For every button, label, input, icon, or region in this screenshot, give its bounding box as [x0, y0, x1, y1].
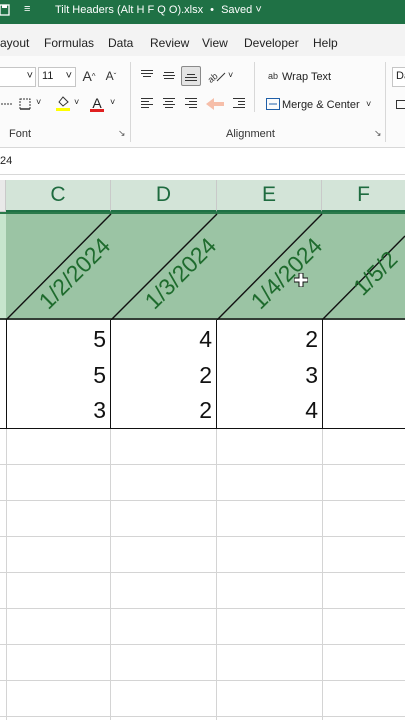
empty-grid[interactable] — [0, 429, 405, 720]
grow-font-button[interactable]: A ^ — [80, 67, 98, 85]
tab-view[interactable]: View — [202, 36, 228, 50]
cell-border — [110, 320, 111, 428]
fill-color-icon[interactable] — [54, 94, 72, 112]
orientation-icon[interactable]: ab — [208, 67, 226, 85]
font-color-swatch — [90, 109, 104, 112]
cell-d-value[interactable]: 4 — [122, 326, 212, 353]
cell-c-value[interactable]: 5 — [16, 362, 106, 389]
formula-bar-text: 24 — [0, 155, 13, 167]
font-color-button[interactable]: A — [88, 94, 106, 112]
increase-indent-icon[interactable] — [230, 95, 248, 113]
title-separator: • — [210, 4, 215, 16]
ribbon-separator — [130, 62, 131, 142]
cell-border — [6, 320, 7, 428]
merge-center-icon[interactable] — [264, 95, 282, 113]
merge-center-chevron-icon[interactable]: ˅ — [366, 99, 371, 109]
svg-text:ab: ab — [208, 71, 220, 84]
merge-center-button[interactable]: Merge & Center — [282, 99, 360, 111]
borders-icon[interactable] — [16, 95, 34, 113]
column-header-e[interactable]: E — [217, 180, 322, 212]
ribbon-separator — [254, 62, 255, 112]
title-bar: ≡ Tilt Headers (Alt H F Q O).xlsx • Save… — [0, 0, 405, 24]
tab-formulas[interactable]: Formulas — [44, 36, 94, 50]
fill-color-chevron-icon[interactable]: ˅ — [74, 97, 79, 107]
wrap-text-button[interactable]: Wrap Text — [282, 71, 331, 83]
cell-d-value[interactable]: 2 — [122, 397, 212, 424]
currency-format-icon[interactable] — [394, 95, 405, 113]
column-header-c[interactable]: C — [6, 180, 111, 212]
borders-chevron-icon[interactable]: ˅ — [36, 97, 41, 107]
cell-e-value[interactable]: 3 — [228, 362, 318, 389]
tab-data[interactable]: Data — [108, 36, 133, 50]
column-header-f[interactable]: F — [322, 180, 405, 212]
align-center-icon[interactable] — [160, 95, 178, 113]
alignment-group-label: Alignment — [226, 128, 275, 140]
bottom-align-icon[interactable] — [181, 66, 201, 86]
font-dialog-launcher-icon[interactable]: ↘ — [118, 128, 126, 139]
wrap-text-icon[interactable]: ab — [264, 67, 282, 85]
number-format-box[interactable]: Dat — [392, 67, 405, 87]
font-size-box[interactable]: 11 ˅ — [38, 67, 76, 87]
font-size-value: 11 — [42, 70, 54, 82]
font-size-chevron-icon: ˅ — [65, 70, 72, 82]
tab-developer[interactable]: Developer — [244, 36, 299, 50]
borders-partial-icon[interactable] — [0, 95, 16, 113]
cell-e-value[interactable]: 4 — [228, 397, 318, 424]
align-right-icon[interactable] — [182, 95, 200, 113]
ribbon-separator — [385, 62, 386, 142]
cell-c-value[interactable]: 3 — [16, 397, 106, 424]
cell-d-value[interactable]: 2 — [122, 362, 212, 389]
middle-align-icon[interactable] — [160, 67, 178, 85]
cell-border — [216, 320, 217, 428]
align-left-icon[interactable] — [138, 95, 156, 113]
status-chevron-icon[interactable]: ˅ — [255, 4, 261, 16]
tab-help[interactable]: Help — [313, 36, 338, 50]
font-group-label: Font — [9, 128, 32, 140]
tab-page-layout[interactable]: ayout — [0, 36, 29, 50]
top-align-icon[interactable] — [138, 67, 156, 85]
tab-review[interactable]: Review — [150, 36, 189, 50]
alignment-dialog-launcher-icon[interactable]: ↘ — [374, 128, 382, 139]
down-caret-icon: ˇ — [113, 71, 117, 81]
cell-border — [322, 320, 323, 428]
shrink-font-button[interactable]: Aˇ — [102, 67, 120, 85]
font-color-chevron-icon[interactable]: ˅ — [110, 97, 115, 107]
up-caret-icon: ^ — [91, 71, 96, 81]
cell-select-cursor-icon — [294, 273, 308, 287]
cell-c-value[interactable]: 5 — [16, 326, 106, 353]
orientation-chevron-icon[interactable]: ˅ — [228, 70, 233, 80]
window-title[interactable]: Tilt Headers (Alt H F Q O).xlsx • Saved … — [55, 4, 262, 16]
qat-menu-icon[interactable]: ≡ — [24, 3, 30, 15]
cell-e-value[interactable]: 2 — [228, 326, 318, 353]
filename: Tilt Headers (Alt H F Q O).xlsx — [55, 4, 204, 16]
decrease-indent-icon[interactable] — [204, 93, 226, 115]
save-icon[interactable] — [0, 3, 10, 19]
save-status: Saved — [221, 4, 253, 16]
font-name-box[interactable]: ˅ — [0, 67, 36, 87]
font-name-chevron-icon: ˅ — [26, 70, 33, 82]
column-header-d[interactable]: D — [111, 180, 217, 212]
formula-bar[interactable]: 24 — [0, 149, 405, 175]
